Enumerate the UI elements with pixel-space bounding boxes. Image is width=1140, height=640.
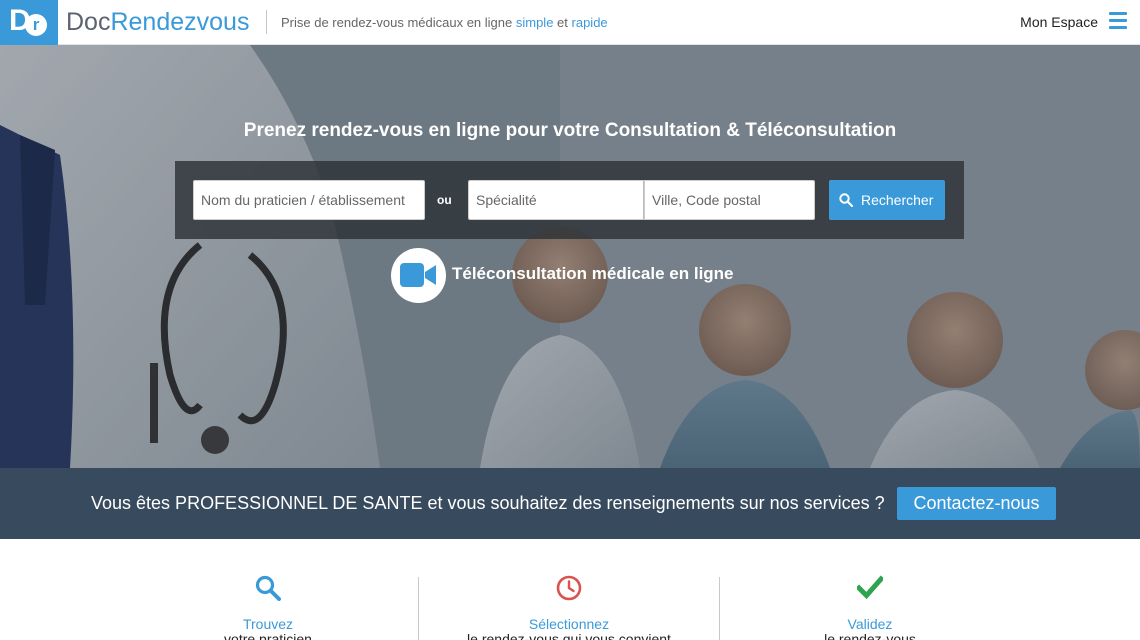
hero-section: Prenez rendez-vous en ligne pour votre C…: [0, 45, 1140, 468]
hamburger-menu-icon[interactable]: [1109, 12, 1127, 32]
teleconsultation-link[interactable]: Téléconsultation médicale en ligne: [452, 264, 734, 284]
hero-title: Prenez rendez-vous en ligne pour votre C…: [243, 120, 897, 141]
step-validate-title: Validez: [847, 616, 893, 632]
tagline: Prise de rendez-vous médicaux en ligne s…: [281, 15, 608, 30]
mon-espace-link[interactable]: Mon Espace: [1020, 14, 1098, 30]
search-button-label: Rechercher: [861, 192, 934, 208]
contact-button[interactable]: Contactez-nous: [897, 487, 1056, 520]
search-icon: [839, 193, 853, 207]
brand-divider: [266, 10, 267, 34]
step-validate-subtitle: le rendez-vous: [824, 631, 916, 640]
tagline-prefix: Prise de rendez-vous médicaux en ligne: [281, 15, 516, 30]
brand-name[interactable]: DocRendezvous: [66, 8, 249, 36]
step-find-title: Trouvez: [242, 616, 294, 632]
search-button[interactable]: Rechercher: [829, 180, 945, 220]
or-label: ou: [437, 193, 452, 207]
tagline-rapide: rapide: [571, 15, 608, 30]
specialty-input[interactable]: [468, 180, 644, 220]
site-header: D r DocRendezvous Prise de rendez-vous m…: [0, 0, 1140, 45]
professional-banner-text: Vous êtes PROFESSIONNEL DE SANTE et vous…: [91, 493, 885, 513]
brand-rendezvous: Rendezvous: [110, 8, 250, 36]
clock-icon: [556, 575, 582, 601]
logo-letter-r: r: [25, 14, 47, 36]
checkmark-icon: [857, 575, 883, 599]
tagline-simple: simple: [515, 15, 554, 30]
step-find: Trouvez votre praticien: [118, 539, 418, 640]
hero-overlay: [0, 45, 1140, 468]
step-validate: Validez le rendez-vous: [720, 539, 1020, 640]
professional-banner: Vous êtes PROFESSIONNEL DE SANTE et vous…: [0, 468, 1140, 539]
step-select-title: Sélectionnez: [528, 616, 610, 632]
video-camera-icon: [400, 263, 436, 287]
logo[interactable]: D r: [0, 0, 58, 45]
step-find-subtitle: votre praticien: [224, 631, 312, 640]
teleconsultation-badge[interactable]: [391, 248, 446, 303]
practitioner-name-input[interactable]: [193, 180, 425, 220]
tagline-and: et: [553, 15, 572, 30]
step-select-subtitle: le rendez-vous qui vous convient: [467, 631, 671, 640]
steps-section: Trouvez votre praticien Sélectionnez le …: [0, 539, 1140, 640]
brand-doc: Doc: [66, 8, 111, 36]
search-panel: ou Rechercher: [175, 161, 964, 239]
step-select: Sélectionnez le rendez-vous qui vous con…: [419, 539, 719, 640]
search-icon: [255, 575, 281, 601]
city-postal-input[interactable]: [644, 180, 815, 220]
